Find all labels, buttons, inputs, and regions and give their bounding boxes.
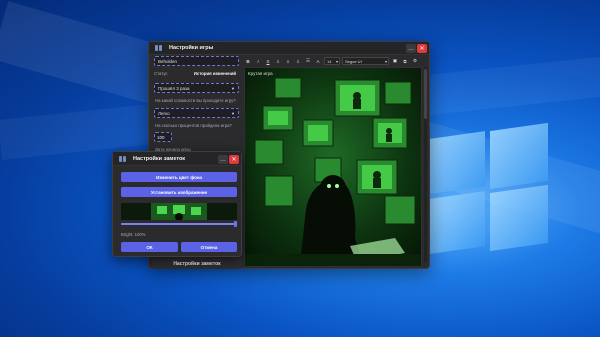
align-right-icon[interactable]: ≡	[294, 57, 302, 65]
status-dropdown[interactable]: Прошёл 3 раза ▼	[154, 83, 239, 93]
difficulty-value: Легко	[158, 110, 170, 116]
brightness-handle[interactable]	[234, 221, 237, 227]
brightness-label: Bright: 100%	[121, 232, 146, 237]
minimize-button[interactable]: …	[406, 44, 416, 53]
game-artwork-image	[245, 68, 421, 266]
brightness-slider[interactable]	[121, 221, 237, 227]
app-icon	[119, 155, 127, 162]
dialog-title: Настройки заметок	[133, 155, 186, 162]
editor-toolbar: B I S ≡ ≡ ≡ ☰ A 14 Segoe UI ▣ ⧉ ⚙	[244, 56, 427, 66]
chevron-down-icon: ▼	[231, 111, 235, 116]
notes-settings-button[interactable]: Настройки заметок	[152, 259, 242, 269]
text-color-icon[interactable]: A	[314, 57, 322, 65]
align-left-icon[interactable]: ≡	[274, 57, 282, 65]
italic-icon[interactable]: I	[254, 57, 262, 65]
status-label: Статус	[154, 71, 168, 76]
difficulty-question: На какой сложности вы проходите игру?	[155, 98, 236, 103]
image-icon[interactable]: ▣	[391, 57, 399, 65]
cancel-button[interactable]: Отмена	[181, 242, 237, 252]
windows-logo	[430, 122, 550, 255]
status-row: Статус История изменений	[154, 69, 239, 78]
underline-icon[interactable]: S	[264, 57, 272, 65]
ok-button[interactable]: ОК	[121, 242, 178, 252]
game-name-input[interactable]: Beholden	[154, 56, 239, 66]
settings-icon[interactable]: ⚙	[411, 57, 419, 65]
history-button[interactable]: История изменений	[191, 69, 239, 78]
status-value: Прошёл 3 раза	[158, 85, 190, 91]
align-center-icon[interactable]: ≡	[284, 57, 292, 65]
difficulty-dropdown[interactable]: Легко ▼	[154, 108, 239, 118]
close-button[interactable]: ✕	[417, 44, 427, 53]
notes-settings-dialog: Настройки заметок … ✕ Изменить цвет фона…	[112, 151, 242, 257]
brightness-fill	[121, 223, 237, 225]
image-preview	[121, 203, 237, 220]
editor-text: Крутая игра	[248, 71, 273, 76]
window-title: Настройки игры	[169, 45, 214, 51]
font-size-select[interactable]: 14	[324, 57, 340, 65]
percent-input[interactable]: 100	[154, 132, 172, 142]
dialog-titlebar: Настройки заметок … ✕	[113, 152, 241, 166]
titlebar: Настройки игры … ✕	[149, 42, 429, 55]
chevron-down-icon: ▼	[231, 86, 235, 91]
list-icon[interactable]: ☰	[304, 57, 312, 65]
app-icon	[155, 45, 163, 51]
font-family-select[interactable]: Segoe UI	[342, 57, 389, 65]
change-background-button[interactable]: Изменить цвет фона	[121, 172, 237, 182]
bold-icon[interactable]: B	[244, 57, 252, 65]
minimize-button[interactable]: …	[218, 155, 228, 164]
copy-icon[interactable]: ⧉	[401, 57, 409, 65]
set-image-button[interactable]: Установить изображение	[121, 187, 237, 197]
notes-editor[interactable]: Крутая игра	[244, 67, 422, 267]
editor-scrollbar[interactable]	[424, 67, 427, 263]
percent-question: На сколько процентов пройдена игра?	[155, 123, 232, 128]
close-button[interactable]: ✕	[229, 155, 239, 164]
